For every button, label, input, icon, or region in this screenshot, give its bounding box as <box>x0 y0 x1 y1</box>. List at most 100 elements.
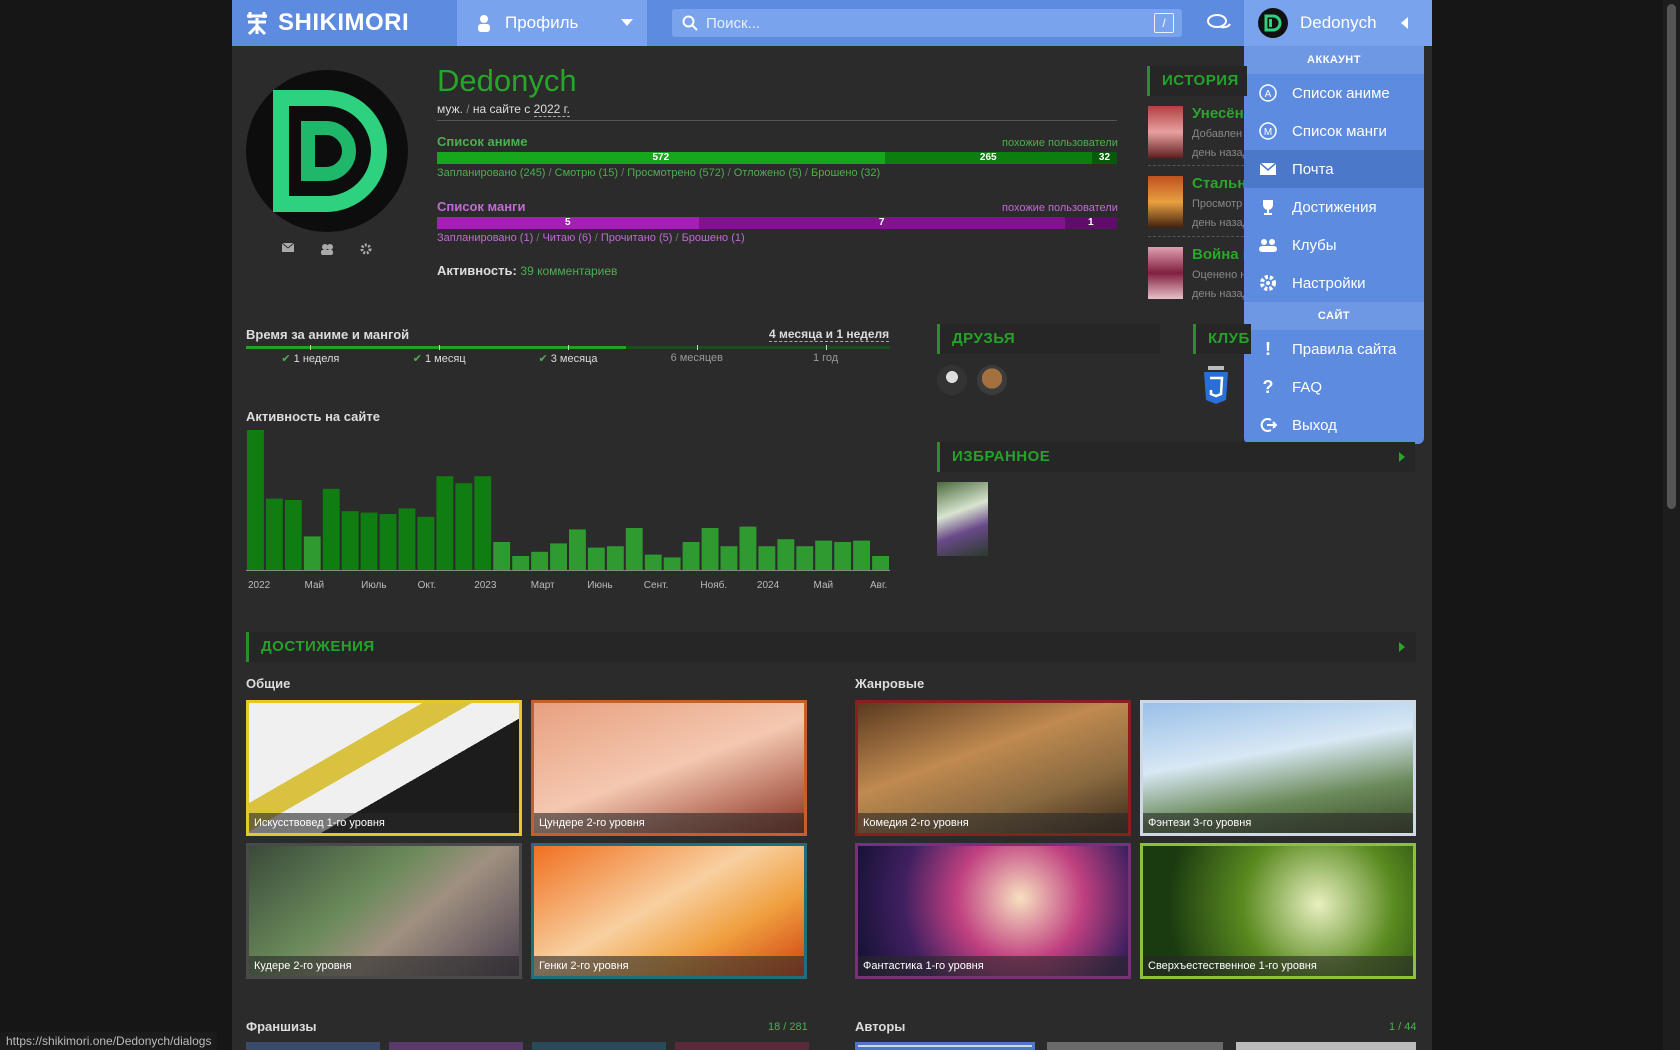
anime-stat-link[interactable]: Смотрю (15) <box>555 167 618 179</box>
achievement-card[interactable]: Искусствовед 1-го уровня <box>246 700 522 836</box>
franchises-title[interactable]: Франшизы <box>246 1019 317 1034</box>
menu-item-settings[interactable]: Настройки <box>1244 264 1424 302</box>
activity-bar[interactable] <box>379 514 397 570</box>
activity-bar[interactable] <box>644 554 662 570</box>
history-item-title[interactable]: Стальн <box>1192 175 1244 192</box>
activity-bar[interactable] <box>360 512 378 570</box>
activity-bar[interactable] <box>303 536 321 570</box>
history-poster[interactable] <box>1148 176 1183 228</box>
activity-bar[interactable] <box>417 516 435 570</box>
history-header[interactable]: ИСТОРИЯ <box>1147 66 1247 96</box>
menu-item-manga-list[interactable]: M Список манги <box>1244 112 1424 150</box>
activity-bar[interactable] <box>853 540 870 570</box>
author-thumb[interactable] <box>1236 1042 1416 1050</box>
gear-icon[interactable] <box>360 243 372 255</box>
menu-item-logout[interactable]: Выход <box>1244 406 1424 444</box>
activity-bar[interactable] <box>739 526 757 570</box>
chat-icon[interactable] <box>1207 13 1231 33</box>
time-spent-total[interactable]: 4 месяца и 1 неделя <box>769 327 890 342</box>
history-item-title[interactable]: Унесённ <box>1192 105 1244 122</box>
activity-bar[interactable] <box>284 500 302 570</box>
manga-stat-link[interactable]: Брошено (1) <box>682 232 745 244</box>
achievement-card[interactable]: Комедия 2-го уровня <box>855 700 1131 836</box>
css3-club-icon[interactable] <box>1202 366 1230 406</box>
menu-item-anime-list[interactable]: A Список аниме <box>1244 74 1424 112</box>
activity-bar[interactable] <box>834 542 852 570</box>
activity-bar[interactable] <box>436 476 454 570</box>
favorite-character[interactable] <box>937 482 988 556</box>
activity-bar[interactable] <box>777 539 795 570</box>
activity-bar[interactable] <box>720 546 738 570</box>
franchise-thumb[interactable] <box>675 1042 809 1050</box>
activity-bar[interactable] <box>531 551 548 570</box>
user-menu-button[interactable]: Dedonych <box>1244 0 1432 46</box>
activity-bar[interactable] <box>569 529 586 570</box>
menu-item-faq[interactable]: ? FAQ <box>1244 368 1424 406</box>
mail-icon[interactable] <box>282 243 294 253</box>
author-thumb[interactable] <box>855 1042 1035 1050</box>
manga-stat-link[interactable]: Читаю (6) <box>542 232 591 244</box>
search-input[interactable]: Поиск... / <box>672 9 1182 37</box>
profile-menu-button[interactable]: Профиль <box>457 0 647 46</box>
menu-item-mail[interactable]: Почта <box>1244 150 1424 188</box>
activity-bar[interactable] <box>663 557 681 570</box>
author-thumb[interactable] <box>1047 1042 1223 1050</box>
scrollbar-thumb[interactable] <box>1667 4 1676 509</box>
anime-stat-link[interactable]: Брошено (32) <box>811 167 880 179</box>
activity-bar[interactable] <box>625 528 643 570</box>
activity-bar[interactable] <box>796 546 814 570</box>
activity-bar[interactable] <box>247 430 264 570</box>
anime-list-title[interactable]: Список аниме <box>437 134 527 149</box>
achievements-header[interactable]: ДОСТИЖЕНИЯ <box>246 632 1416 662</box>
franchise-thumb[interactable] <box>246 1042 380 1050</box>
achievement-card[interactable]: Фантастика 1-го уровня <box>855 843 1131 979</box>
manga-stat-link[interactable]: Запланировано (1) <box>437 232 533 244</box>
achievement-card[interactable]: Цундере 2-го уровня <box>531 700 807 836</box>
profile-avatar[interactable] <box>246 70 408 232</box>
similar-users-link[interactable]: похожие пользователи <box>1002 137 1118 149</box>
friends-icon[interactable] <box>320 243 334 255</box>
activity-bar[interactable] <box>265 498 283 570</box>
clubs-header[interactable]: КЛУБ <box>1193 324 1251 354</box>
activity-bar[interactable] <box>341 511 359 570</box>
anime-stat-link[interactable]: Просмотрено (572) <box>627 167 724 179</box>
authors-title[interactable]: Авторы <box>855 1019 905 1034</box>
scrollbar[interactable] <box>1663 0 1680 1050</box>
friend-avatar[interactable] <box>937 365 967 395</box>
achievement-card[interactable]: Сверхъестественное 1-го уровня <box>1140 843 1416 979</box>
franchise-thumb[interactable] <box>532 1042 666 1050</box>
activity-bar[interactable] <box>398 508 416 570</box>
activity-bar[interactable] <box>872 556 889 570</box>
friend-avatar[interactable] <box>977 365 1007 395</box>
chevron-right-icon[interactable] <box>1399 642 1405 652</box>
franchise-thumb[interactable] <box>389 1042 523 1050</box>
anime-stat-link[interactable]: Запланировано (245) <box>437 167 545 179</box>
activity-bar[interactable] <box>701 528 719 570</box>
activity-bar[interactable] <box>815 540 833 570</box>
activity-bar[interactable] <box>550 543 567 570</box>
history-poster[interactable] <box>1148 106 1183 158</box>
menu-item-clubs[interactable]: Клубы <box>1244 226 1424 264</box>
manga-list-title[interactable]: Список манги <box>437 199 525 214</box>
favorites-header[interactable]: ИЗБРАННОЕ <box>937 442 1415 472</box>
activity-bar[interactable] <box>682 542 700 570</box>
activity-comments-link[interactable]: 39 комментариев <box>520 264 617 278</box>
site-logo[interactable]: SHIKIMORI <box>244 8 409 38</box>
achievement-card[interactable]: Фэнтези 3-го уровня <box>1140 700 1416 836</box>
activity-bar[interactable] <box>455 483 473 570</box>
friends-header[interactable]: ДРУЗЬЯ <box>937 324 1160 354</box>
activity-bar[interactable] <box>587 547 605 570</box>
achievement-card[interactable]: Генки 2-го уровня <box>531 843 807 979</box>
activity-bar[interactable] <box>493 542 511 570</box>
activity-bar[interactable] <box>758 546 776 570</box>
history-item-title[interactable]: Война п <box>1192 246 1244 263</box>
achievement-card[interactable]: Кудере 2-го уровня <box>246 843 522 979</box>
activity-bar[interactable] <box>606 546 624 570</box>
anime-stat-link[interactable]: Отложено (5) <box>734 167 802 179</box>
activity-bar[interactable] <box>322 488 340 570</box>
manga-stat-link[interactable]: Прочитано (5) <box>601 232 673 244</box>
menu-item-achievements[interactable]: Достижения <box>1244 188 1424 226</box>
activity-bar[interactable] <box>474 476 492 570</box>
chevron-right-icon[interactable] <box>1399 452 1405 462</box>
similar-users-link[interactable]: похожие пользователи <box>1002 202 1118 214</box>
